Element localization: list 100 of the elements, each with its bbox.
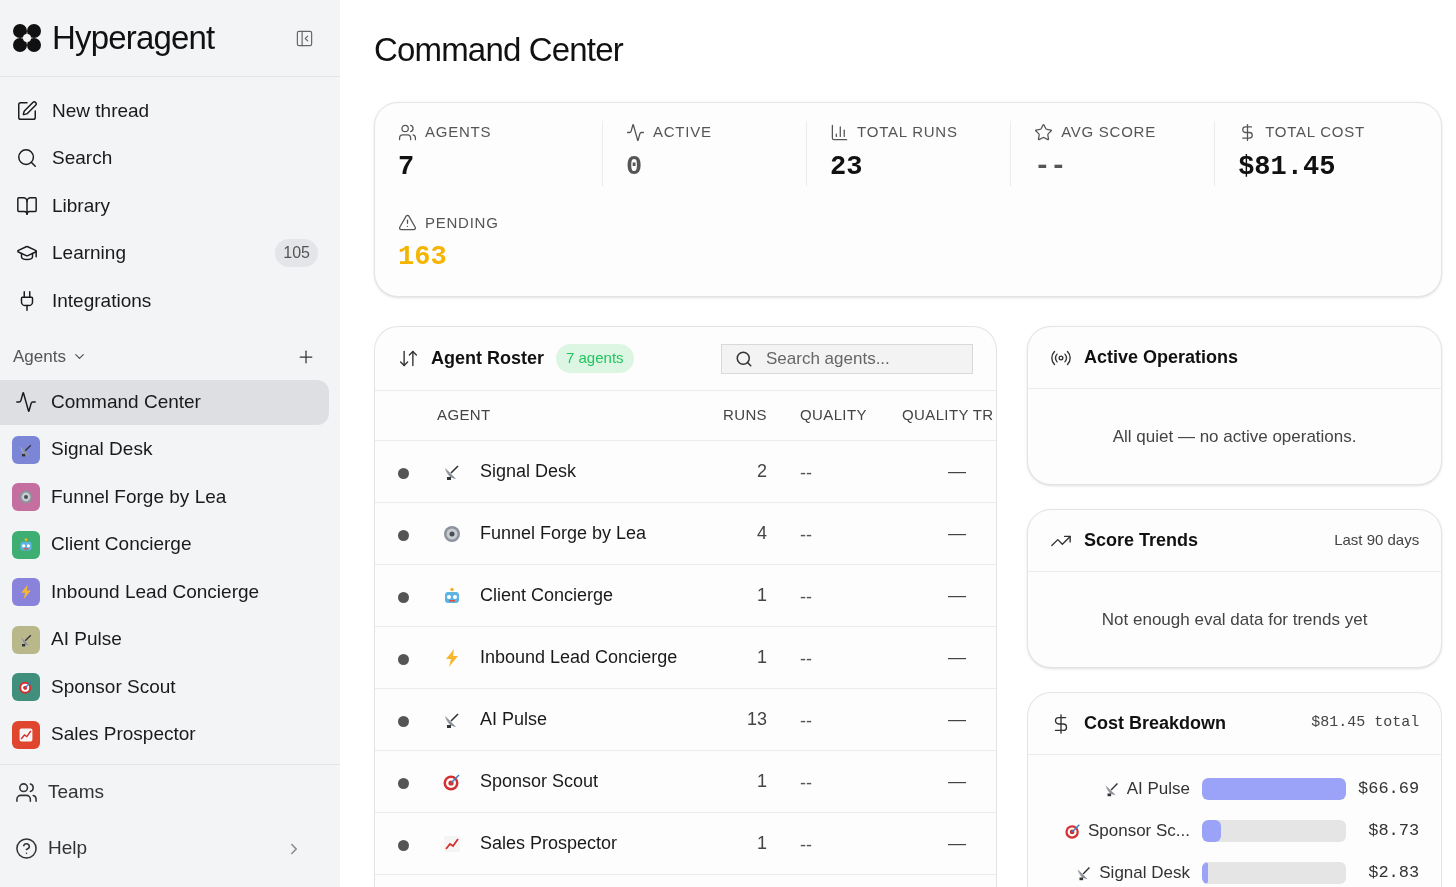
collapse-sidebar-icon: [295, 28, 314, 48]
nav-item[interactable]: New thread: [14, 87, 326, 135]
agent-row[interactable]: AI Pulse 13 -- —: [375, 689, 996, 751]
agent-count-badge: 7 agents: [556, 344, 634, 373]
chart-icon: [442, 833, 462, 854]
cost-amount: $66.69: [1358, 778, 1420, 801]
pulse-icon: [626, 122, 646, 142]
agent-name: Funnel Forge by Lea: [480, 522, 647, 545]
quality-score: --: [799, 710, 813, 733]
quality-score: --: [799, 834, 813, 857]
agent-item[interactable]: Signal Desk: [0, 427, 329, 472]
agent-name: Sponsor Scout: [480, 770, 599, 793]
stat-value: 23: [830, 150, 864, 184]
agents-section-toggle[interactable]: Agents: [13, 343, 87, 370]
stat-label: TOTAL RUNS: [857, 122, 958, 142]
agent-row[interactable]: Signal Desk 2 -- —: [375, 441, 996, 503]
cost-agent-name: Signal Desk: [1099, 862, 1190, 885]
agent-item[interactable]: AI Pulse: [0, 617, 329, 662]
nav-item[interactable]: Integrations: [14, 277, 326, 325]
stat-value: $81.45: [1238, 150, 1337, 184]
agent-row[interactable]: Sponsor Scout 1 -- —: [375, 751, 996, 813]
quality-score: --: [799, 648, 813, 671]
runs-count: 13: [746, 708, 767, 731]
nav-item[interactable]: Search: [14, 134, 326, 182]
target-icon: [442, 771, 462, 792]
cost-total: $81.45 total: [1311, 713, 1420, 734]
column-header: RUNS: [723, 405, 767, 426]
column-header: QUALITY TR: [901, 405, 995, 426]
column-header: AGENT: [437, 405, 492, 426]
stat-value: 7: [398, 150, 416, 184]
quality-trend: —: [948, 460, 967, 483]
agent-name: AI Pulse: [480, 708, 548, 731]
book-icon: [16, 194, 38, 217]
quality-trend: —: [948, 584, 967, 607]
quality-trend: —: [948, 832, 967, 855]
agent-row[interactable]: Funnel Forge by Lea 4 -- —: [375, 503, 996, 565]
empty-message: All quiet — no active operations.: [1112, 425, 1357, 448]
stat-value: --: [1034, 150, 1068, 184]
runs-count: 4: [757, 522, 767, 545]
quality-trend: —: [948, 646, 967, 669]
agent-row[interactable]: Sales Prospector 1 -- —: [375, 813, 996, 875]
gear-icon: [18, 489, 34, 505]
runs-count: 1: [757, 770, 767, 793]
agent-name: Signal Desk: [480, 460, 577, 483]
column-header: QUALITY: [799, 405, 868, 426]
lightning-icon: [18, 584, 34, 600]
search-field[interactable]: Search agents...: [721, 343, 973, 374]
agent-item[interactable]: Client Concierge: [0, 522, 329, 567]
cost-amount: $2.83: [1368, 862, 1420, 885]
agent-item[interactable]: Sales Prospector: [0, 712, 329, 757]
agent-item[interactable]: Funnel Forge by Lea: [0, 474, 329, 520]
bar-chart-icon: [830, 122, 850, 142]
sort-icon: [398, 348, 419, 369]
gear-icon: [442, 523, 462, 544]
warning-icon: [398, 213, 417, 233]
stat-label: PENDING: [425, 212, 499, 233]
agent-item[interactable]: Sponsor Scout: [0, 664, 329, 710]
quality-score: --: [799, 462, 813, 485]
cost-amount: $8.73: [1368, 820, 1420, 843]
agent-name: Inbound Lead Concierge: [480, 646, 678, 669]
stat-label: TOTAL COST: [1265, 122, 1365, 142]
chart-icon: [18, 726, 34, 743]
card-title: Score Trends: [1084, 529, 1199, 552]
footer-nav-item[interactable]: Help: [15, 828, 325, 869]
card-title: Agent Roster: [431, 347, 544, 370]
target-icon: [1063, 822, 1082, 840]
agent-row[interactable]: Client Concierge 1 -- —: [375, 565, 996, 627]
card-title: Cost Breakdown: [1084, 712, 1227, 735]
search-icon: [16, 147, 38, 170]
new-thread-icon: [16, 99, 38, 122]
pulse-icon: [15, 391, 37, 413]
star-icon: [1034, 122, 1054, 142]
agent-item[interactable]: Inbound Lead Concierge: [0, 569, 329, 615]
runs-count: 1: [757, 832, 767, 855]
target-icon: [18, 679, 34, 695]
robot-icon: [442, 585, 462, 606]
quality-trend: —: [948, 770, 967, 793]
stat-label: AVG SCORE: [1061, 122, 1156, 142]
users-icon: [398, 122, 417, 142]
stat-label: ACTIVE: [653, 122, 712, 142]
count-badge: 105: [275, 239, 318, 268]
users-icon: [15, 781, 38, 804]
nav-item[interactable]: Learning 105: [14, 229, 326, 277]
quality-trend: —: [948, 522, 967, 545]
agent-item[interactable]: Command Center: [0, 379, 329, 425]
runs-count: 1: [757, 646, 767, 669]
stat-value: 0: [626, 150, 644, 184]
search-icon: [735, 349, 753, 368]
page-title: Command Center: [374, 30, 625, 70]
quality-trend: —: [948, 708, 967, 731]
empty-message: Not enough eval data for trends yet: [1101, 608, 1368, 631]
footer-nav-item[interactable]: Teams: [15, 772, 325, 813]
stat-value: 163: [398, 241, 448, 274]
agent-name: Client Concierge: [480, 584, 614, 607]
cost-agent-name: AI Pulse: [1126, 778, 1190, 801]
quality-score: --: [799, 586, 813, 609]
brand-name: Hyperagent: [52, 18, 215, 59]
logo-icon: [12, 23, 42, 53]
agent-row[interactable]: Inbound Lead Concierge 1 -- —: [375, 627, 996, 689]
nav-item[interactable]: Library: [14, 182, 326, 230]
